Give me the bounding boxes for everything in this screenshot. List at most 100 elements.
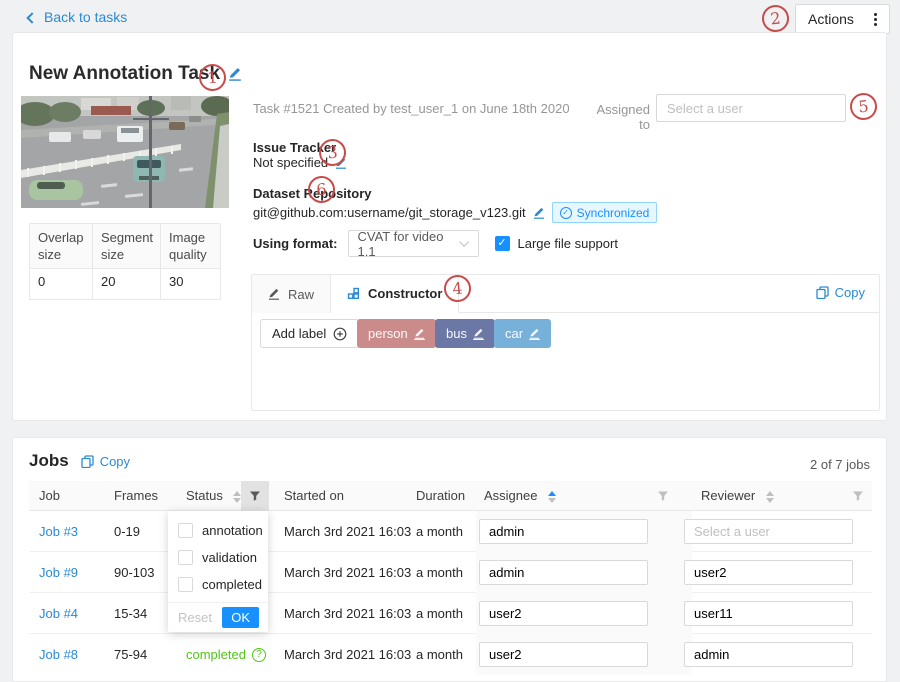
copy-jobs-label: Copy bbox=[100, 454, 130, 469]
duration-cell: a month bbox=[416, 606, 463, 621]
task-details-card: New Annotation Task bbox=[12, 32, 887, 421]
assignee-input[interactable] bbox=[479, 519, 648, 544]
col-reviewer[interactable]: Reviewer bbox=[701, 488, 774, 503]
label-chip-car[interactable]: car bbox=[494, 319, 551, 348]
col-status-label: Status bbox=[186, 488, 223, 503]
col-status[interactable]: Status bbox=[186, 488, 241, 503]
back-to-tasks-link[interactable]: Back to tasks bbox=[28, 9, 127, 25]
started-cell: March 3rd 2021 16:03 bbox=[284, 647, 411, 662]
filter-reset-button[interactable]: Reset bbox=[178, 610, 212, 625]
copy-labels-link[interactable]: Copy bbox=[816, 285, 865, 300]
checkbox-unchecked[interactable] bbox=[178, 577, 193, 592]
frames-cell: 0-19 bbox=[114, 524, 140, 539]
jobs-count: 2 of 7 jobs bbox=[810, 457, 870, 472]
frames-cell: 15-34 bbox=[114, 606, 147, 621]
checkbox-unchecked[interactable] bbox=[178, 550, 193, 565]
assignee-filter-icon[interactable] bbox=[649, 481, 677, 511]
task-preview-image bbox=[21, 96, 229, 208]
col-started-on[interactable]: Started on bbox=[284, 488, 344, 503]
constructor-build-icon bbox=[347, 287, 360, 300]
assignee-input[interactable] bbox=[479, 601, 648, 626]
param-value-segment: 20 bbox=[93, 269, 161, 300]
param-header-overlap: Overlap size bbox=[30, 224, 93, 269]
format-selected-value: CVAT for video 1.1 bbox=[358, 229, 462, 259]
jobs-title: Jobs bbox=[29, 451, 69, 471]
col-duration[interactable]: Duration bbox=[416, 488, 465, 503]
status-cell: completed ? bbox=[186, 647, 266, 662]
labels-editor-panel: Raw Constructor Copy Add label person bu bbox=[251, 274, 880, 411]
job-link[interactable]: Job #4 bbox=[39, 606, 78, 621]
status-filter-icon[interactable] bbox=[241, 481, 269, 511]
col-assignee[interactable]: Assignee bbox=[484, 488, 556, 503]
job-link[interactable]: Job #3 bbox=[39, 524, 78, 539]
tab-raw[interactable]: Raw bbox=[252, 275, 331, 313]
format-row: Using format: CVAT for video 1.1 ✓ Large… bbox=[253, 230, 618, 257]
tab-constructor[interactable]: Constructor bbox=[331, 275, 459, 313]
checkbox-unchecked[interactable] bbox=[178, 523, 193, 538]
reviewer-input[interactable] bbox=[684, 642, 853, 667]
back-to-tasks-label: Back to tasks bbox=[44, 9, 127, 25]
filter-option-annotation[interactable]: annotation bbox=[178, 523, 263, 538]
duration-cell: a month bbox=[416, 524, 463, 539]
plus-circle-icon bbox=[333, 327, 347, 341]
reviewer-input[interactable] bbox=[684, 519, 853, 544]
status-completed-text: completed bbox=[186, 647, 246, 662]
edit-label-icon[interactable] bbox=[529, 328, 540, 340]
filter-option-completed[interactable]: completed bbox=[178, 577, 262, 592]
jobs-card: Jobs Copy 2 of 7 jobs Job Frames Status … bbox=[12, 437, 887, 682]
reviewer-input[interactable] bbox=[684, 601, 853, 626]
task-params-table: Overlap size Segment size Image quality … bbox=[29, 223, 220, 300]
copy-jobs-link[interactable]: Copy bbox=[81, 454, 130, 469]
job-link[interactable]: Job #9 bbox=[39, 565, 78, 580]
col-frames[interactable]: Frames bbox=[114, 488, 158, 503]
started-cell: March 3rd 2021 16:03 bbox=[284, 524, 411, 539]
reviewer-input[interactable] bbox=[684, 560, 853, 585]
raw-edit-icon bbox=[268, 288, 280, 300]
label-person-name: person bbox=[368, 326, 408, 341]
question-circle-icon[interactable]: ? bbox=[252, 648, 266, 662]
label-chip-person[interactable]: person bbox=[357, 319, 436, 348]
page-title: New Annotation Task bbox=[29, 63, 220, 85]
param-value-quality: 30 bbox=[161, 269, 221, 300]
filter-ok-button[interactable]: OK bbox=[222, 607, 259, 628]
col-job[interactable]: Job bbox=[39, 488, 60, 503]
edit-task-name-icon[interactable] bbox=[228, 67, 242, 81]
using-format-label: Using format: bbox=[253, 236, 338, 251]
edit-label-icon[interactable] bbox=[414, 328, 425, 340]
sync-status-badge: ✓ Synchronized bbox=[552, 202, 658, 223]
param-header-segment: Segment size bbox=[93, 224, 161, 269]
tab-constructor-label: Constructor bbox=[368, 286, 442, 301]
chevron-left-icon bbox=[26, 12, 37, 23]
jobs-heading-row: Jobs Copy bbox=[29, 451, 130, 471]
param-header-quality: Image quality bbox=[161, 224, 221, 269]
add-label-button[interactable]: Add label bbox=[260, 319, 359, 348]
label-chip-bus[interactable]: bus bbox=[435, 319, 495, 348]
param-value-overlap: 0 bbox=[30, 269, 93, 300]
copy-icon bbox=[81, 455, 94, 468]
filter-option-validation[interactable]: validation bbox=[178, 550, 257, 565]
assignee-input[interactable] bbox=[479, 560, 648, 585]
duration-cell: a month bbox=[416, 565, 463, 580]
task-meta-text: Task #1521 Created by test_user_1 on Jun… bbox=[253, 101, 570, 116]
more-vertical-icon bbox=[874, 13, 877, 26]
assignee-input[interactable] bbox=[479, 642, 648, 667]
labels-tab-bar: Raw Constructor bbox=[252, 275, 879, 313]
sync-status-text: Synchronized bbox=[577, 206, 650, 220]
job-row: Job #9 90-103 March 3rd 2021 16:03 a mon… bbox=[29, 552, 872, 593]
actions-button[interactable]: Actions bbox=[795, 4, 890, 34]
edit-label-icon[interactable] bbox=[473, 328, 484, 340]
sort-icon[interactable] bbox=[766, 491, 774, 503]
sort-icon-ascending[interactable] bbox=[548, 491, 556, 503]
check-circle-icon: ✓ bbox=[560, 207, 572, 219]
frames-cell: 90-103 bbox=[114, 565, 154, 580]
format-select[interactable]: CVAT for video 1.1 bbox=[348, 230, 479, 257]
reviewer-filter-icon[interactable] bbox=[844, 481, 872, 511]
label-car-name: car bbox=[505, 326, 523, 341]
dataset-repository-url: git@github.com:username/git_storage_v123… bbox=[253, 205, 526, 220]
large-file-support-checkbox[interactable]: ✓ Large file support bbox=[495, 236, 618, 251]
assigned-to-input[interactable] bbox=[656, 94, 846, 122]
edit-repository-icon[interactable] bbox=[533, 207, 545, 219]
checkbox-checked-icon: ✓ bbox=[495, 236, 510, 251]
job-link[interactable]: Job #8 bbox=[39, 647, 78, 662]
filter-option-label: completed bbox=[202, 577, 262, 592]
